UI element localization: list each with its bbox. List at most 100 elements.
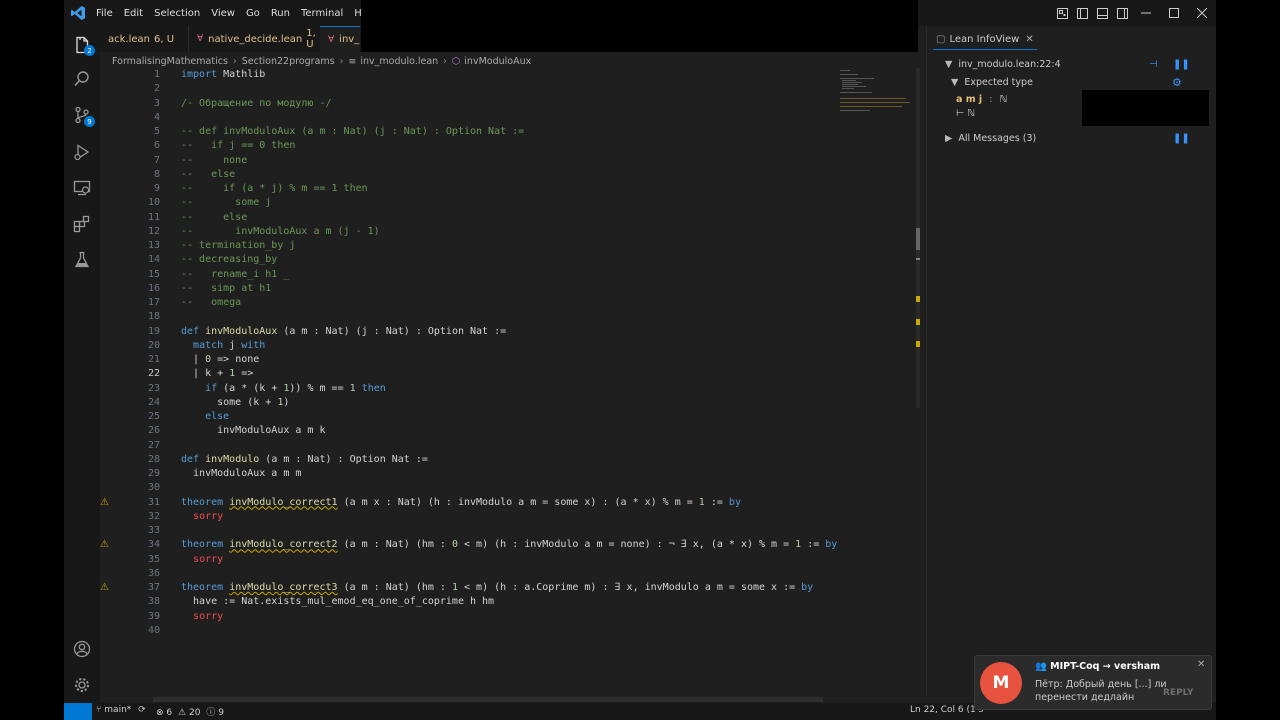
menu-run[interactable]: Run: [271, 8, 290, 19]
minimize-icon[interactable]: [1132, 0, 1160, 26]
line-code: invModuloAux a m m: [181, 468, 302, 479]
window-controls: [1052, 0, 1216, 26]
problems-indicator[interactable]: ⊗ 6 ⚠ 20 ⓘ 9: [156, 705, 224, 718]
extensions-icon[interactable]: [73, 215, 91, 233]
code-line[interactable]: 2: [100, 82, 918, 96]
all-messages-header[interactable]: ▶ All Messages (3): [945, 133, 1036, 144]
code-line[interactable]: 22 | k + 1 =>: [100, 367, 918, 381]
reply-button[interactable]: REPLY: [1163, 688, 1194, 698]
code-line[interactable]: 27: [100, 439, 918, 453]
code-line[interactable]: 32 sorry: [100, 510, 918, 524]
code-line[interactable]: 9 -- if (a * j) % m == 1 then: [100, 182, 918, 196]
breadcrumb-item[interactable]: FormalisingMathematics: [112, 56, 228, 67]
line-number: 2: [153, 83, 160, 95]
run-debug-icon[interactable]: [73, 143, 91, 161]
tab-lean-infoview[interactable]: ▢ Lean InfoView ✕: [933, 30, 1037, 50]
chat-notification[interactable]: M 👥 MIPT-Coq → versham Пётр: Добрый день…: [974, 655, 1212, 710]
code-line[interactable]: 21 | 0 => none: [100, 353, 918, 367]
menu-selection[interactable]: Selection: [154, 8, 200, 19]
branch-indicator[interactable]: ⑂ main* ⟳: [96, 705, 146, 715]
manage-gear-icon[interactable]: [73, 676, 91, 694]
settings-gear-icon[interactable]: ⚙: [1172, 76, 1182, 89]
code-line[interactable]: 30: [100, 481, 918, 495]
cursor-position[interactable]: Ln 22, Col 6 (1 s: [910, 705, 983, 715]
code-line[interactable]: 40: [100, 624, 918, 638]
code-line[interactable]: 7 -- none: [100, 154, 918, 168]
toggle-sidebar-icon[interactable]: [1072, 0, 1092, 26]
menu-go[interactable]: Go: [246, 8, 260, 19]
scroll-thumb[interactable]: [916, 228, 920, 250]
code-line[interactable]: 26 invModuloAux a m k: [100, 424, 918, 438]
menu-terminal[interactable]: Terminal: [301, 8, 343, 19]
pause-messages-icon[interactable]: ❚❚: [1173, 133, 1190, 144]
code-line[interactable]: 36: [100, 567, 918, 581]
menu-file[interactable]: File: [96, 8, 113, 19]
code-line[interactable]: 4: [100, 111, 918, 125]
tab-ack-lean[interactable]: ack.lean 6, U: [100, 26, 188, 52]
code-line[interactable]: 23 if (a * (k + 1)) % m == 1 then: [100, 382, 918, 396]
menu-edit[interactable]: Edit: [124, 8, 143, 19]
minimap[interactable]: [840, 68, 916, 128]
customize-layout-icon[interactable]: [1052, 0, 1072, 26]
vertical-scrollbar[interactable]: [916, 68, 920, 408]
code-line[interactable]: 20 match j with: [100, 339, 918, 353]
remote-explorer-icon[interactable]: [73, 179, 91, 197]
code-line[interactable]: 35 sorry: [100, 553, 918, 567]
horizontal-scrollbar[interactable]: [153, 697, 823, 702]
line-number: 24: [147, 396, 160, 408]
expected-type-header[interactable]: ▼ Expected type: [951, 77, 1033, 88]
toggle-secondary-sidebar-icon[interactable]: [1112, 0, 1132, 26]
code-editor[interactable]: 1 import Mathlib 2 3/- Обращение по модулю …: [100, 68, 918, 696]
branch-icon: ⑂: [96, 705, 102, 715]
remote-indicator[interactable]: [64, 703, 92, 720]
code-line[interactable]: ⚠ 37 theorem invModulo_correct3 (a m : Nat…: [100, 581, 918, 595]
code-line[interactable]: 18: [100, 310, 918, 324]
code-line[interactable]: 17 -- omega: [100, 296, 918, 310]
hypothesis-type: ℕ: [999, 94, 1008, 105]
code-line[interactable]: 39 sorry: [100, 610, 918, 624]
code-line[interactable]: 8 -- else: [100, 168, 918, 182]
code-line[interactable]: 38 have := Nat.exists_mul_emod_eq_one_of…: [100, 595, 918, 609]
menu-view[interactable]: View: [211, 8, 235, 19]
code-line[interactable]: 12 -- invModuloAux a m (j - 1): [100, 225, 918, 239]
location-header[interactable]: ▼ inv_modulo.lean:22:4: [945, 59, 1061, 70]
tab-inv-modulo-lean[interactable]: ∀ inv_: [320, 26, 360, 52]
breadcrumb-item[interactable]: invModuloAux: [464, 56, 531, 67]
code-line[interactable]: 19 def invModuloAux (a m : Nat) (j : Nat)…: [100, 325, 918, 339]
line-code: -- def invModuloAux (a m : Nat) (j : Nat…: [181, 126, 525, 137]
tab-native-decide-lean[interactable]: ∀ native_decide.lean 1, U ●: [188, 26, 330, 52]
code-line[interactable]: 24 some (k + 1): [100, 396, 918, 410]
code-line[interactable]: 16 -- simp at h1: [100, 282, 918, 296]
line-number: 8: [153, 168, 160, 180]
close-icon[interactable]: [1188, 0, 1216, 26]
code-line[interactable]: 28 def invModulo (a m : Nat) : Option Nat…: [100, 453, 918, 467]
code-line[interactable]: 11 -- else: [100, 211, 918, 225]
breadcrumb-item[interactable]: inv_modulo.lean: [360, 56, 438, 67]
code-line[interactable]: 6 -- if j == 0 then: [100, 139, 918, 153]
code-line[interactable]: 10 -- some j: [100, 196, 918, 210]
toggle-panel-icon[interactable]: [1092, 0, 1112, 26]
code-line[interactable]: ⚠ 34 theorem invModulo_correct2 (a m : Nat…: [100, 538, 918, 552]
tab-status: 1, U: [306, 28, 316, 50]
pin-icon[interactable]: ⊣: [1149, 59, 1158, 70]
code-line[interactable]: 29 invModuloAux a m m: [100, 467, 918, 481]
code-line[interactable]: 14 -- decreasing_by: [100, 253, 918, 267]
code-line[interactable]: 5 -- def invModuloAux (a m : Nat) (j : Na…: [100, 125, 918, 139]
close-tab-icon[interactable]: ✕: [1025, 34, 1033, 45]
close-notification-icon[interactable]: ✕: [1197, 659, 1205, 670]
breadcrumb-item[interactable]: Section22programs: [242, 56, 335, 67]
code-line[interactable]: 3 /- Обращение по модулю -/: [100, 97, 918, 111]
code-line[interactable]: 15 -- rename_i h1 _: [100, 268, 918, 282]
line-number: 32: [147, 510, 160, 522]
maximize-icon[interactable]: [1160, 0, 1188, 26]
accounts-icon[interactable]: [73, 640, 91, 658]
code-line[interactable]: 33: [100, 524, 918, 538]
code-line[interactable]: 13 -- termination_by j: [100, 239, 918, 253]
code-line[interactable]: 25 else: [100, 410, 918, 424]
pause-icon[interactable]: ❚❚: [1173, 59, 1190, 70]
sync-icon[interactable]: ⟳: [138, 705, 146, 715]
code-line[interactable]: 1 import Mathlib: [100, 68, 918, 82]
testing-flask-icon[interactable]: [73, 251, 91, 269]
search-icon[interactable]: [73, 70, 91, 88]
code-line[interactable]: ⚠ 31 theorem invModulo_correct1 (a m x : N…: [100, 496, 918, 510]
